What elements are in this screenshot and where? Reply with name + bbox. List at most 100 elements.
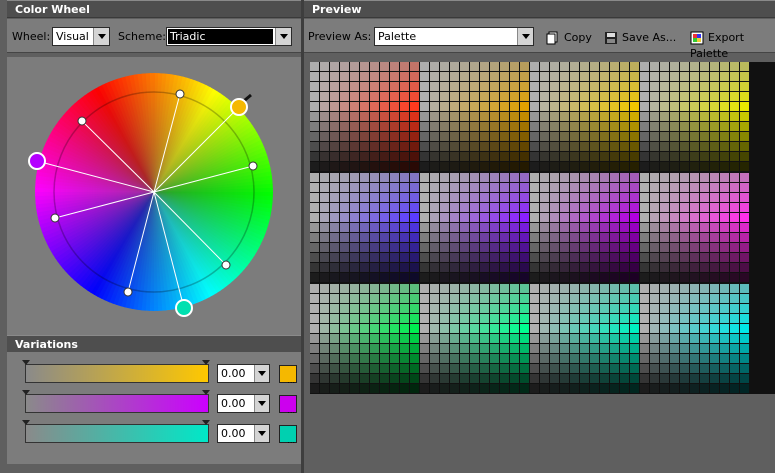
palette-cell[interactable] [530, 122, 539, 131]
palette-cell[interactable] [390, 213, 399, 222]
palette-cell[interactable] [540, 152, 549, 161]
palette-cell[interactable] [700, 263, 709, 272]
palette-cell[interactable] [410, 152, 419, 161]
palette-cell[interactable] [410, 273, 419, 282]
palette-cell[interactable] [570, 132, 579, 141]
palette-cell[interactable] [320, 314, 329, 323]
palette-cell[interactable] [310, 173, 319, 182]
palette-cell[interactable] [500, 384, 509, 393]
palette-cell[interactable] [450, 62, 459, 71]
palette-cell[interactable] [330, 92, 339, 101]
palette-cell[interactable] [380, 374, 389, 383]
palette-cell[interactable] [710, 173, 719, 182]
palette-cell[interactable] [370, 62, 379, 71]
palette-cell[interactable] [730, 203, 739, 212]
palette-cell[interactable] [600, 324, 609, 333]
palette-cell[interactable] [370, 193, 379, 202]
palette-cell[interactable] [640, 273, 649, 282]
palette-cell[interactable] [340, 384, 349, 393]
palette-cell[interactable] [330, 314, 339, 323]
palette-cell[interactable] [480, 162, 489, 171]
palette-cell[interactable] [710, 72, 719, 81]
palette-cell[interactable] [430, 92, 439, 101]
palette-cell[interactable] [610, 82, 619, 91]
palette-cell[interactable] [740, 193, 749, 202]
palette-cell[interactable] [410, 263, 419, 272]
palette-cell[interactable] [650, 354, 659, 363]
palette-cell[interactable] [650, 384, 659, 393]
palette-cell[interactable] [400, 112, 409, 121]
palette-cell[interactable] [370, 273, 379, 282]
palette-cell[interactable] [450, 324, 459, 333]
palette-cell[interactable] [380, 213, 389, 222]
palette-cell[interactable] [440, 344, 449, 353]
palette-cell[interactable] [550, 122, 559, 131]
palette-cell[interactable] [350, 304, 359, 313]
palette-cell[interactable] [440, 253, 449, 262]
palette-cell[interactable] [430, 132, 439, 141]
variation-slider-teal[interactable] [22, 420, 210, 443]
palette-cell[interactable] [470, 213, 479, 222]
palette-cell[interactable] [630, 374, 639, 383]
palette-cell[interactable] [380, 203, 389, 212]
palette-cell[interactable] [640, 223, 649, 232]
palette-cell[interactable] [550, 162, 559, 171]
palette-cell[interactable] [650, 92, 659, 101]
palette-block[interactable] [530, 173, 639, 282]
palette-cell[interactable] [490, 243, 499, 252]
palette-cell[interactable] [420, 62, 429, 71]
palette-cell[interactable] [610, 304, 619, 313]
palette-cell[interactable] [690, 152, 699, 161]
palette-cell[interactable] [720, 92, 729, 101]
palette-cell[interactable] [710, 273, 719, 282]
palette-cell[interactable] [460, 384, 469, 393]
palette-cell[interactable] [340, 112, 349, 121]
palette-cell[interactable] [630, 294, 639, 303]
palette-cell[interactable] [580, 213, 589, 222]
palette-cell[interactable] [420, 92, 429, 101]
palette-cell[interactable] [650, 253, 659, 262]
palette-cell[interactable] [700, 132, 709, 141]
palette-cell[interactable] [660, 253, 669, 262]
palette-cell[interactable] [400, 344, 409, 353]
save-as-button[interactable]: Save As... [604, 30, 676, 46]
palette-cell[interactable] [370, 344, 379, 353]
palette-cell[interactable] [430, 213, 439, 222]
palette-cell[interactable] [370, 142, 379, 151]
palette-cell[interactable] [410, 314, 419, 323]
palette-cell[interactable] [730, 334, 739, 343]
palette-cell[interactable] [730, 233, 739, 242]
palette-cell[interactable] [700, 273, 709, 282]
palette-cell[interactable] [340, 203, 349, 212]
palette-cell[interactable] [620, 233, 629, 242]
palette-cell[interactable] [310, 233, 319, 242]
palette-cell[interactable] [460, 223, 469, 232]
palette-cell[interactable] [500, 233, 509, 242]
palette-cell[interactable] [430, 233, 439, 242]
palette-cell[interactable] [420, 132, 429, 141]
palette-cell[interactable] [660, 72, 669, 81]
palette-cell[interactable] [690, 284, 699, 293]
palette-cell[interactable] [670, 253, 679, 262]
palette-cell[interactable] [310, 294, 319, 303]
palette-cell[interactable] [520, 364, 529, 373]
palette-cell[interactable] [480, 384, 489, 393]
palette-cell[interactable] [520, 213, 529, 222]
palette-cell[interactable] [740, 122, 749, 131]
palette-cell[interactable] [620, 132, 629, 141]
palette-cell[interactable] [580, 102, 589, 111]
palette-cell[interactable] [330, 183, 339, 192]
harmony-point[interactable] [221, 260, 231, 270]
palette-cell[interactable] [430, 314, 439, 323]
palette-cell[interactable] [390, 92, 399, 101]
palette-cell[interactable] [620, 304, 629, 313]
palette-cell[interactable] [360, 102, 369, 111]
palette-cell[interactable] [720, 152, 729, 161]
palette-cell[interactable] [570, 253, 579, 262]
palette-cell[interactable] [710, 294, 719, 303]
palette-cell[interactable] [460, 203, 469, 212]
palette-cell[interactable] [390, 384, 399, 393]
palette-cell[interactable] [580, 142, 589, 151]
palette-cell[interactable] [640, 122, 649, 131]
palette-cell[interactable] [590, 112, 599, 121]
